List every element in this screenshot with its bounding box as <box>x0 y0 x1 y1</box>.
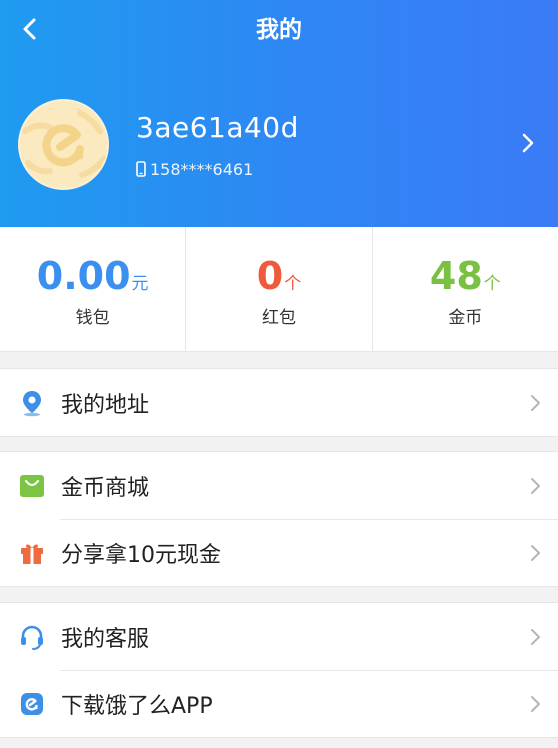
menu-item-share[interactable]: 分享拿10元现金 <box>0 519 558 586</box>
page-title: 我的 <box>256 17 302 43</box>
headset-icon <box>18 623 46 651</box>
menu-item-address[interactable]: 我的地址 <box>0 369 558 436</box>
chevron-right-icon <box>531 544 540 561</box>
eleme-avatar-icon <box>20 101 107 188</box>
wallet-unit: 元 <box>131 274 149 294</box>
menu-item-download-app[interactable]: 下载饿了么APP <box>0 670 558 737</box>
menu-item-customer-service[interactable]: 我的客服 <box>0 603 558 670</box>
avatar[interactable] <box>18 99 109 190</box>
mobile-phone-icon <box>136 161 146 177</box>
phone-row: 158****6461 <box>136 157 253 181</box>
chevron-right-icon <box>522 133 534 153</box>
menu-group-rewards: 金币商城 分享拿10元现金 <box>0 451 558 587</box>
stats-bar: 0.00 元 钱包 0 个 红包 48 个 金币 <box>0 227 558 352</box>
chevron-right-icon <box>531 477 540 494</box>
menu-item-coin-mall[interactable]: 金币商城 <box>0 452 558 519</box>
wallet-value: 0.00 <box>36 254 131 298</box>
username: 3ae61a40d <box>136 111 299 144</box>
menu-group-address: 我的地址 <box>0 368 558 437</box>
stat-red-packet[interactable]: 0 个 红包 <box>185 227 371 351</box>
profile-header: 我的 3ae61a40d 158****6461 <box>0 0 558 227</box>
coins-value: 48 <box>429 254 483 298</box>
stat-value-row: 0.00 元 <box>0 251 185 301</box>
chevron-right-icon <box>531 394 540 411</box>
chevron-right-icon <box>531 628 540 645</box>
phone-number: 158****6461 <box>150 159 254 179</box>
menu-label: 我的地址 <box>61 392 150 418</box>
gift-icon <box>18 539 46 567</box>
menu-label: 分享拿10元现金 <box>61 542 221 568</box>
menu-label: 金币商城 <box>61 475 150 501</box>
wallet-label: 钱包 <box>75 308 110 328</box>
location-pin-icon <box>18 389 46 417</box>
red-packet-value: 0 <box>256 254 284 298</box>
eleme-logo-icon <box>18 690 46 718</box>
stat-value-row: 48 个 <box>373 251 558 301</box>
stat-value-row: 0 个 <box>186 251 371 301</box>
red-packet-label: 红包 <box>261 308 296 328</box>
chevron-right-icon <box>531 695 540 712</box>
menu-label: 下载饿了么APP <box>61 693 213 719</box>
coins-label: 金币 <box>448 308 483 328</box>
stat-coins[interactable]: 48 个 金币 <box>371 227 558 351</box>
red-packet-unit: 个 <box>284 274 302 294</box>
shopping-bag-icon <box>18 472 46 500</box>
coins-unit: 个 <box>483 274 501 294</box>
profile-detail-button[interactable] <box>518 130 538 156</box>
menu-group-support: 我的客服 下载饿了么APP <box>0 602 558 738</box>
stat-wallet[interactable]: 0.00 元 钱包 <box>0 227 185 351</box>
menu-label: 我的客服 <box>61 626 150 652</box>
